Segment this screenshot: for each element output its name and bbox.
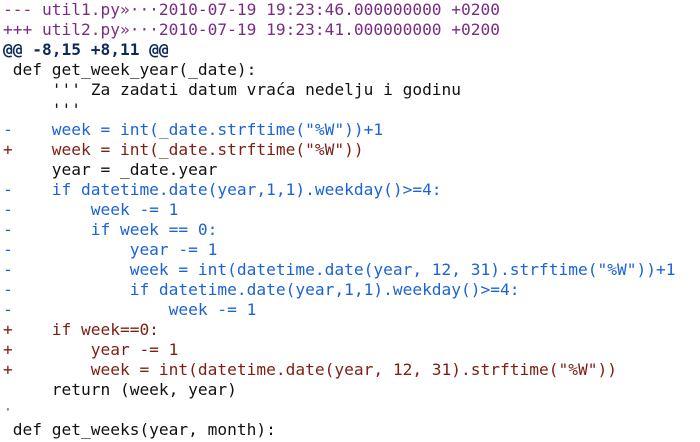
diff-line-removed: - if datetime.date(year,1,1).weekday()>=…	[3, 280, 520, 299]
diff-line-removed: - if datetime.date(year,1,1).weekday()>=…	[3, 180, 442, 199]
diff-line-context: def get_weeks(year, month):	[3, 420, 276, 439]
diff-line-added: + week = int(datetime.date(year, 12, 31)…	[3, 360, 617, 379]
diff-line-removed: - week = int(datetime.date(year, 12, 31)…	[3, 260, 676, 279]
diff-line-context: year = _date.year	[3, 160, 218, 179]
diff-line-removed: - week = int(_date.strftime("%W"))+1	[3, 120, 384, 139]
diff-line-context: return (week, year)	[3, 380, 237, 399]
diff-line-removed: - if week == 0:	[3, 220, 218, 239]
diff-line-added: + year -= 1	[3, 340, 179, 359]
diff-header-old-file: --- util1.py»···2010-07-19 19:23:46.0000…	[3, 0, 501, 19]
hunk-header: @@ -8,15 +8,11 @@	[3, 40, 169, 59]
diff-view: --- util1.py»···2010-07-19 19:23:46.0000…	[0, 0, 700, 442]
diff-line-removed: - week -= 1	[3, 300, 257, 319]
diff-line-context: ''' Za zadati datum vraća nedelju i godi…	[3, 80, 462, 99]
diff-line-removed: - year -= 1	[3, 240, 218, 259]
diff-line-context: def get_week_year(_date):	[3, 60, 257, 79]
diff-line-added: + week = int(_date.strftime("%W"))	[3, 140, 364, 159]
diff-line-whitespace: ·	[3, 400, 13, 419]
diff-header-new-file: +++ util2.py»···2010-07-19 19:23:41.0000…	[3, 20, 501, 39]
diff-line-added: + if week==0:	[3, 320, 159, 339]
diff-line-removed: - week -= 1	[3, 200, 179, 219]
diff-line-context: '''	[3, 100, 81, 119]
